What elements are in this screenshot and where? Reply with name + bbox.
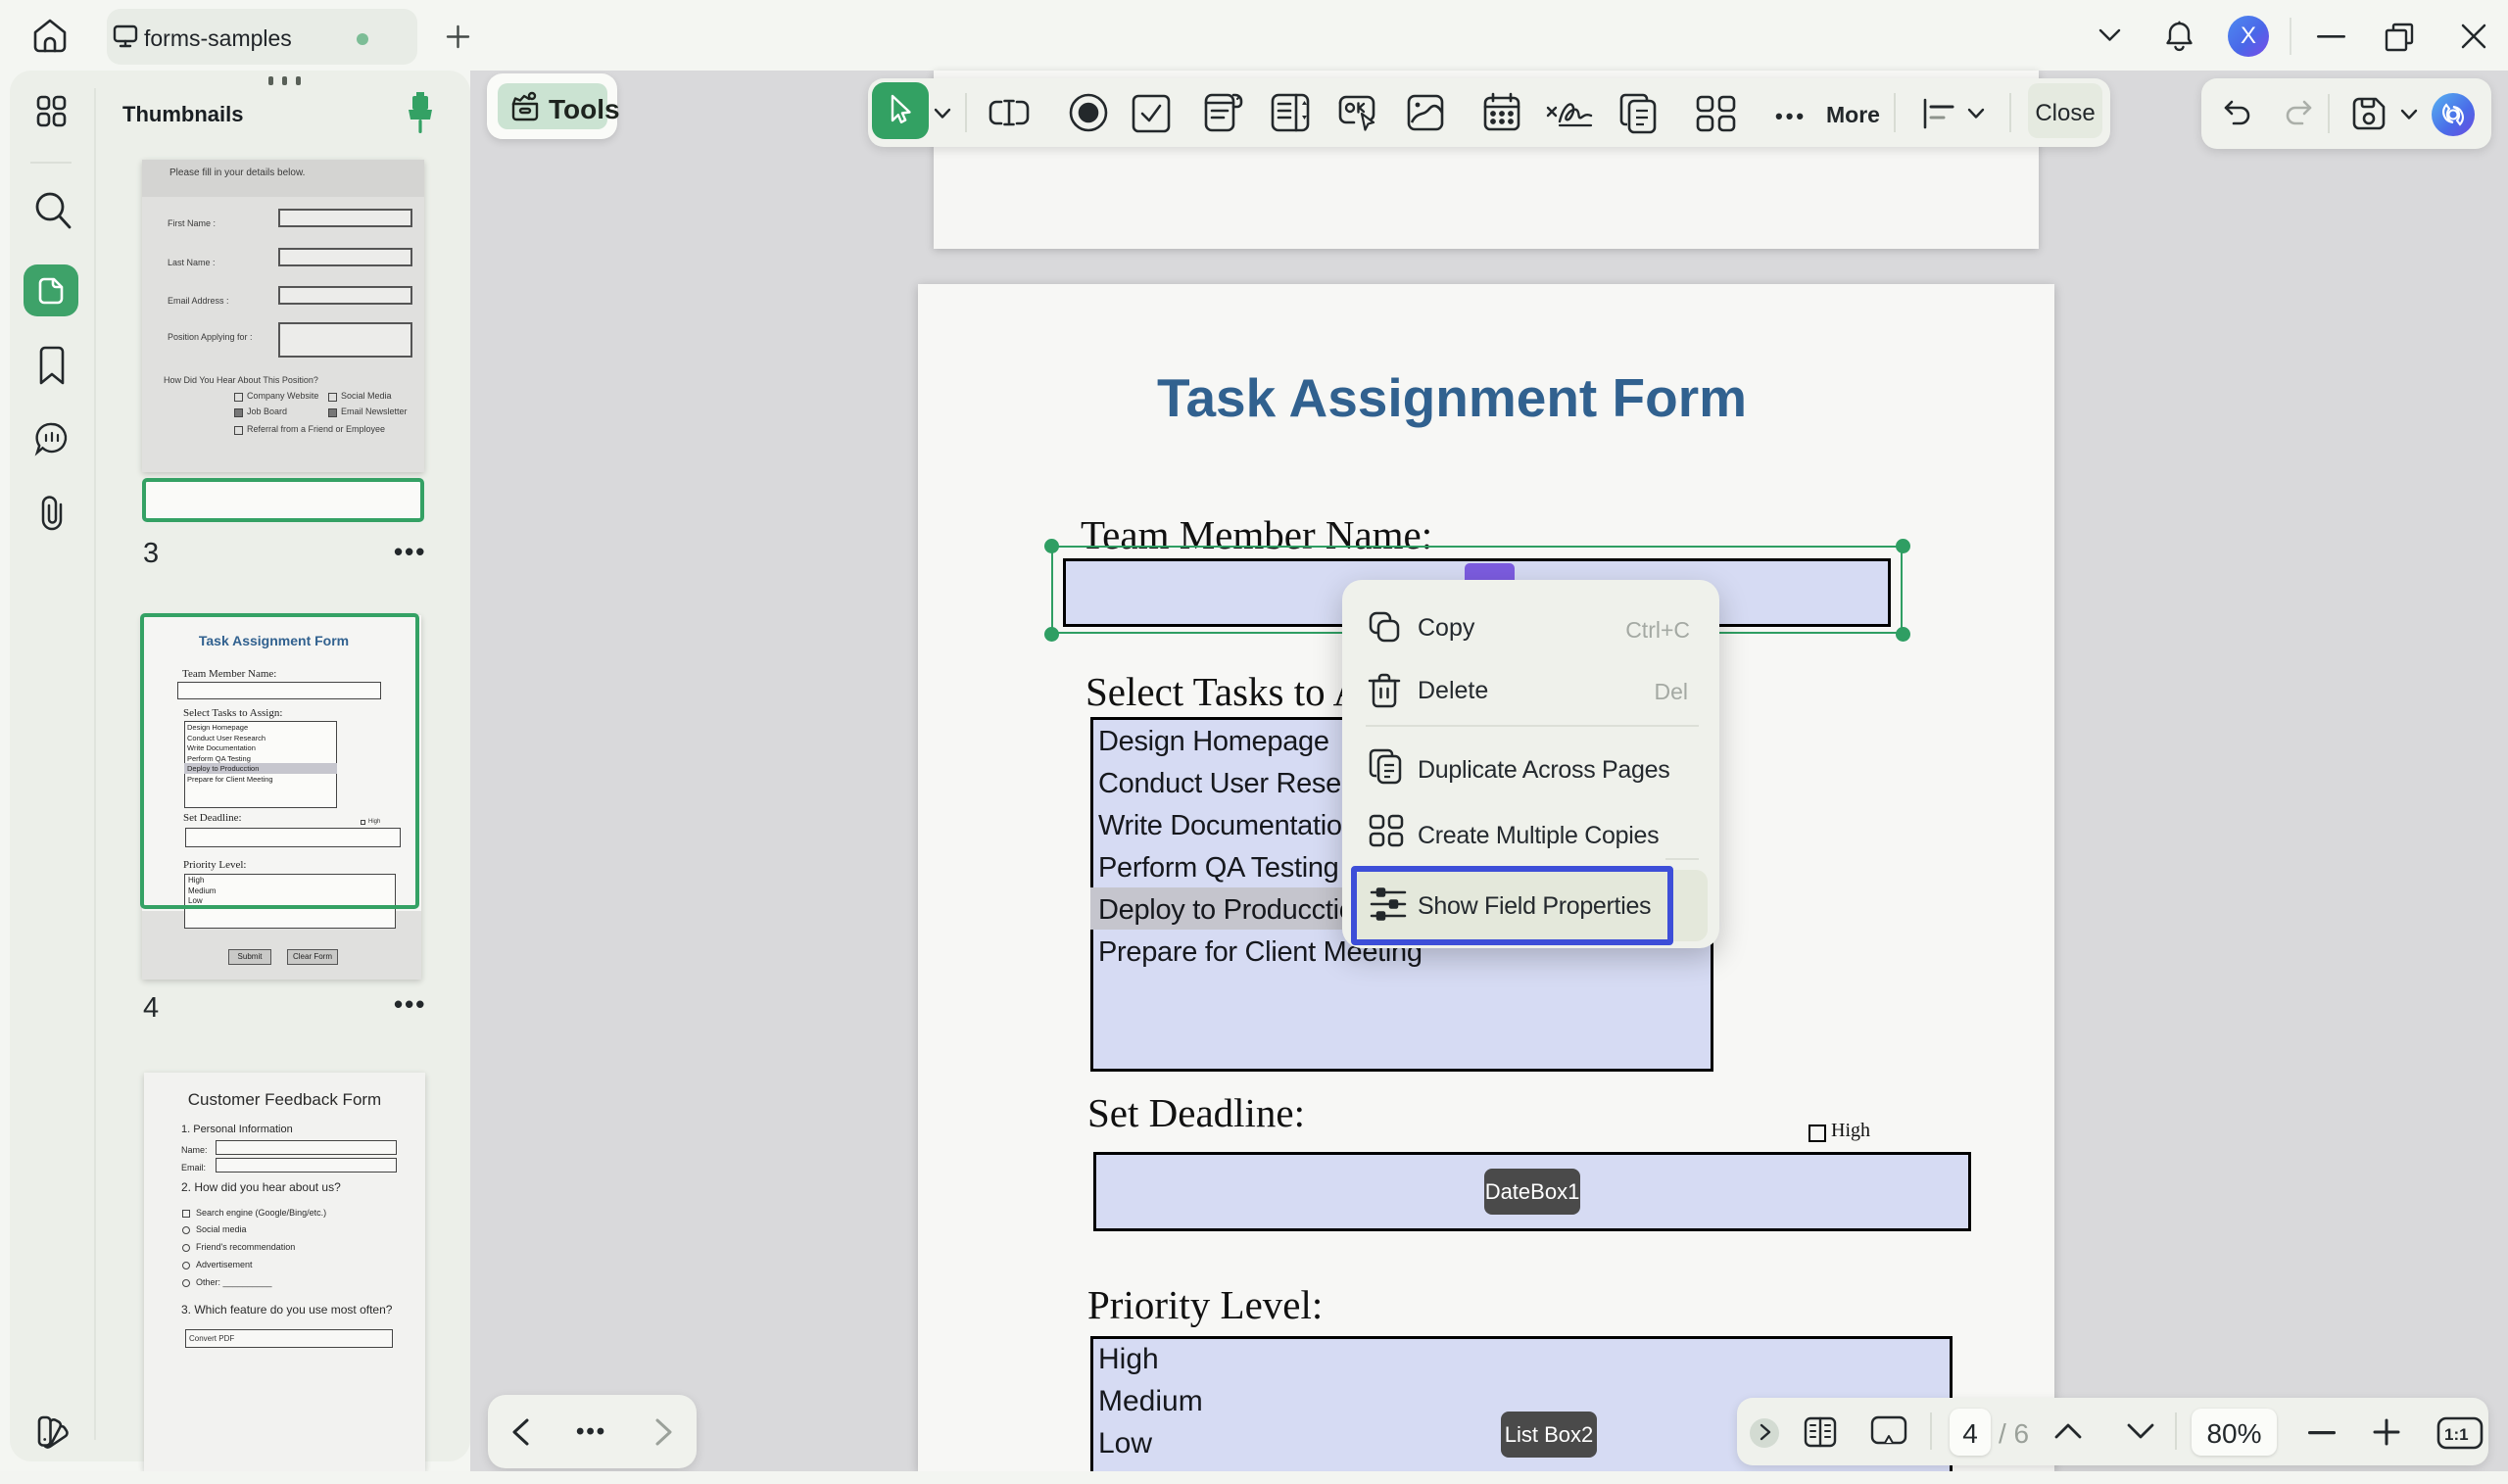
svg-text:1:1: 1:1	[2444, 1425, 2469, 1444]
